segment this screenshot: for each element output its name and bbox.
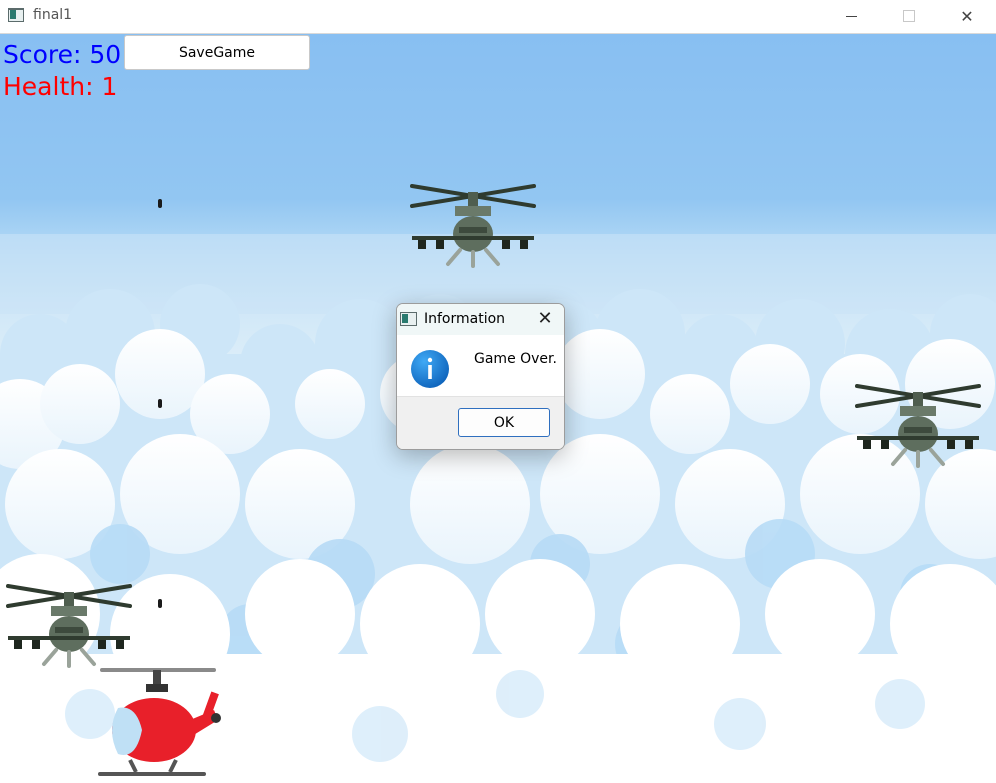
window-title: final1: [33, 7, 73, 23]
info-icon: [411, 350, 449, 388]
window-titlebar: final1 ✕: [0, 0, 996, 34]
ok-button[interactable]: OK: [458, 408, 550, 437]
bullet: [158, 399, 162, 408]
app-icon: [8, 8, 24, 22]
close-button[interactable]: ✕: [938, 0, 996, 32]
close-icon: ✕: [537, 308, 553, 329]
maximize-button[interactable]: [880, 0, 938, 32]
dialog-close-button[interactable]: ✕: [535, 308, 555, 330]
minimize-button[interactable]: [822, 0, 880, 32]
minimize-icon: [845, 15, 857, 17]
bullet: [158, 599, 162, 608]
player-helicopter: [98, 668, 221, 776]
close-icon: ✕: [960, 6, 974, 26]
save-game-button[interactable]: SaveGame: [124, 35, 310, 70]
dialog-titlebar: Information ✕: [397, 304, 564, 335]
information-dialog: Information ✕ Game Over. OK: [396, 303, 565, 450]
game-canvas[interactable]: Score: 50 Health: 1 SaveGame Information…: [0, 34, 996, 783]
dialog-message: Game Over.: [474, 351, 557, 367]
enemy-helicopter: [855, 384, 981, 468]
dialog-title: Information: [424, 311, 506, 327]
dialog-app-icon: [400, 312, 417, 326]
bullet: [158, 199, 162, 208]
enemy-helicopter: [6, 584, 132, 668]
score-label: Score: 50: [3, 40, 122, 69]
maximize-icon: [903, 10, 915, 22]
enemy-helicopter: [410, 184, 536, 268]
dialog-footer: OK: [397, 396, 564, 449]
health-label: Health: 1: [3, 72, 118, 101]
